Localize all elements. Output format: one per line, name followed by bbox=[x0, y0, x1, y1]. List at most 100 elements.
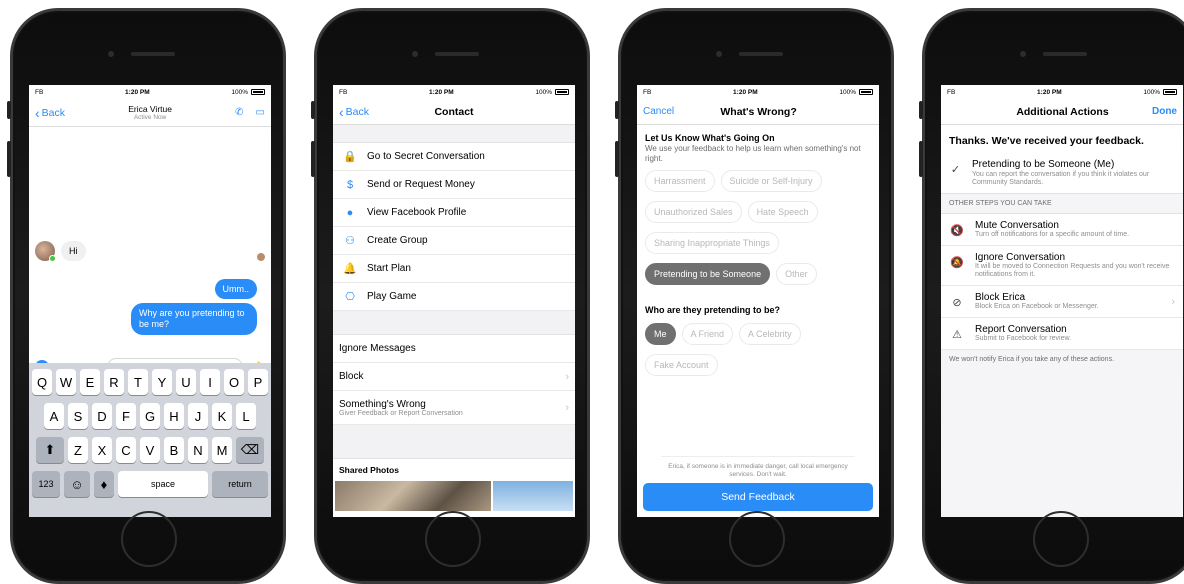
menu-item-label: Start Plan bbox=[367, 263, 411, 274]
key-b[interactable]: B bbox=[164, 437, 184, 463]
keyboard: QWERTYUIOP ASDFGHJKL ⬆ Z X C V B N M ⌫ 123 ☺ ♦ … bbox=[29, 363, 271, 517]
contact-menu-item[interactable]: 🔒 Go to Secret Conversation bbox=[333, 143, 575, 171]
action-title: Mute Conversation bbox=[975, 220, 1059, 231]
menu-item-label: Send or Request Money bbox=[367, 179, 475, 190]
battery-icon bbox=[1162, 89, 1177, 95]
reason-chip[interactable]: A Celebrity bbox=[739, 323, 801, 345]
home-button[interactable] bbox=[729, 511, 785, 567]
action-row[interactable]: 🔇 Mute Conversation Turn off notifications… bbox=[941, 214, 1183, 246]
reason-chip[interactable]: Fake Account bbox=[645, 354, 718, 376]
key-g[interactable]: G bbox=[140, 403, 160, 429]
key-u[interactable]: U bbox=[176, 369, 196, 395]
home-button[interactable] bbox=[1033, 511, 1089, 567]
emergency-note: Erica, if someone is in immediate danger… bbox=[661, 456, 855, 479]
action-row[interactable]: ⚠ Report Conversation Submit to Facebook f… bbox=[941, 318, 1183, 350]
cancel-button[interactable]: Cancel bbox=[643, 106, 674, 117]
key-k[interactable]: K bbox=[212, 403, 232, 429]
return-key[interactable]: return bbox=[212, 471, 268, 497]
key-v[interactable]: V bbox=[140, 437, 160, 463]
key-x[interactable]: X bbox=[92, 437, 112, 463]
key-d[interactable]: D bbox=[92, 403, 112, 429]
clock: 1:20 PM bbox=[125, 88, 150, 96]
menu-item-label: Play Game bbox=[367, 291, 417, 302]
reason-chip[interactable]: Me bbox=[645, 323, 676, 345]
key-l[interactable]: L bbox=[236, 403, 256, 429]
back-button[interactable]: ‹ Back bbox=[35, 106, 65, 120]
phone-call-icon[interactable]: ✆ bbox=[235, 107, 243, 118]
contact-menu-item[interactable]: $ Send or Request Money bbox=[333, 171, 575, 199]
block-icon: ⊘ bbox=[952, 297, 962, 309]
reason-chip[interactable]: A Friend bbox=[681, 323, 734, 345]
key-h[interactable]: H bbox=[164, 403, 184, 429]
reason-chip[interactable]: Hate Speech bbox=[747, 201, 818, 223]
reason-chip[interactable]: Unauthorized Sales bbox=[645, 201, 742, 223]
key-o[interactable]: O bbox=[224, 369, 244, 395]
video-call-icon[interactable]: ▭ bbox=[256, 107, 265, 118]
key-a[interactable]: A bbox=[44, 403, 64, 429]
key-z[interactable]: Z bbox=[68, 437, 88, 463]
home-button[interactable] bbox=[121, 511, 177, 567]
back-button[interactable]: ‹ Back bbox=[339, 105, 369, 119]
message-incoming: Hi bbox=[61, 241, 86, 261]
chat-header: ‹ Back Erica Virtue Active Now ✆ ▭ bbox=[29, 99, 271, 127]
contact-menu-item[interactable]: ⚇ Create Group bbox=[333, 227, 575, 255]
key-r[interactable]: R bbox=[104, 369, 124, 395]
action-row[interactable]: 🔕 Ignore Conversation It will be moved to … bbox=[941, 246, 1183, 286]
shift-key[interactable]: ⬆ bbox=[36, 437, 64, 463]
key-y[interactable]: Y bbox=[152, 369, 172, 395]
key-t[interactable]: T bbox=[128, 369, 148, 395]
send-feedback-button[interactable]: Send Feedback bbox=[643, 483, 873, 511]
space-key[interactable]: space bbox=[118, 471, 208, 497]
key-n[interactable]: N bbox=[188, 437, 208, 463]
block-row[interactable]: Block › bbox=[333, 363, 575, 391]
carrier: FB bbox=[339, 88, 348, 96]
other-steps-heading: OTHER STEPS YOU CAN TAKE bbox=[941, 193, 1183, 214]
profile-icon: ● bbox=[346, 206, 354, 219]
section-heading: Let Us Know What's Going On bbox=[645, 133, 775, 143]
camera bbox=[108, 51, 114, 57]
emoji-key[interactable]: ☺ bbox=[64, 471, 90, 497]
contact-menu-item[interactable]: ⎔ Play Game bbox=[333, 283, 575, 311]
key-s[interactable]: S bbox=[68, 403, 88, 429]
somethings-wrong-row[interactable]: Something's Wrong Giver Feedback or Repor… bbox=[333, 391, 575, 425]
action-row[interactable]: ⊘ Block Erica Block Erica on Facebook or M… bbox=[941, 286, 1183, 318]
key-i[interactable]: I bbox=[200, 369, 220, 395]
contact-menu-item[interactable]: ● View Facebook Profile bbox=[333, 199, 575, 227]
dictation-key[interactable]: ♦ bbox=[94, 471, 114, 497]
done-button[interactable]: Done bbox=[1152, 106, 1177, 117]
thanks-message: Thanks. We've received your feedback. bbox=[949, 135, 1144, 147]
reason-chip[interactable]: Harrassment bbox=[645, 170, 715, 192]
contact-menu-item[interactable]: 🔔 Start Plan bbox=[333, 255, 575, 283]
speaker bbox=[131, 52, 175, 56]
ignore-messages-row[interactable]: Ignore Messages bbox=[333, 335, 575, 363]
reason-chip[interactable]: Suicide or Self-Injury bbox=[720, 170, 822, 192]
key-e[interactable]: E bbox=[80, 369, 100, 395]
backspace-key[interactable]: ⌫ bbox=[236, 437, 264, 463]
action-subtitle: It will be moved to Connection Requests … bbox=[975, 263, 1170, 278]
key-p[interactable]: P bbox=[248, 369, 268, 395]
home-button[interactable] bbox=[425, 511, 481, 567]
contact-name[interactable]: Erica Virtue bbox=[128, 104, 172, 114]
action-title: Block Erica bbox=[975, 292, 1026, 303]
group-add-icon: ⚇ bbox=[345, 234, 355, 247]
key-w[interactable]: W bbox=[56, 369, 76, 395]
numbers-key[interactable]: 123 bbox=[32, 471, 60, 497]
chevron-right-icon: › bbox=[565, 370, 569, 383]
reason-chip[interactable]: Pretending to be Someone bbox=[645, 263, 771, 285]
battery-icon bbox=[858, 89, 873, 95]
menu-item-label: Create Group bbox=[367, 235, 428, 246]
key-c[interactable]: C bbox=[116, 437, 136, 463]
chevron-right-icon: › bbox=[1171, 295, 1175, 308]
shared-photo[interactable] bbox=[493, 481, 573, 511]
phone-1: FB 1:20 PM 100% ‹ Back Erica Virtue Activ… bbox=[7, 8, 286, 584]
reason-chip[interactable]: Sharing Inappropriate Things bbox=[645, 232, 779, 254]
status-bar: FB 1:20 PM 100% bbox=[29, 85, 271, 99]
page-title: Additional Actions bbox=[1016, 105, 1109, 118]
reason-chip[interactable]: Other bbox=[776, 263, 817, 285]
action-subtitle: Submit to Facebook for review. bbox=[975, 335, 1072, 342]
key-q[interactable]: Q bbox=[32, 369, 52, 395]
key-f[interactable]: F bbox=[116, 403, 136, 429]
key-m[interactable]: M bbox=[212, 437, 232, 463]
key-j[interactable]: J bbox=[188, 403, 208, 429]
shared-photo[interactable] bbox=[335, 481, 491, 511]
